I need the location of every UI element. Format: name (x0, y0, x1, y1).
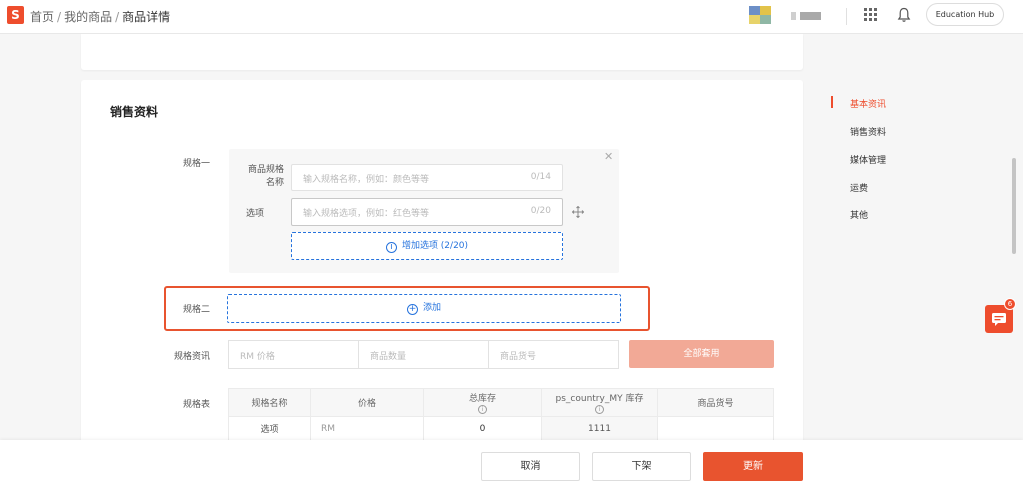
info-icon[interactable]: i (595, 405, 604, 414)
section-title: 销售资料 (110, 105, 159, 119)
cell-sku[interactable] (657, 416, 774, 441)
cancel-button[interactable]: 取消 (481, 452, 580, 481)
add-option-label: 增加选项 (2/20) (401, 241, 469, 251)
header-divider (846, 8, 847, 25)
cell-country-stock[interactable]: 1111 (541, 416, 658, 441)
variation2-label: 规格二 (182, 305, 210, 315)
add-variation2-label: 添加 (422, 303, 441, 313)
side-nav-item-basic-info[interactable]: 基本资讯 (850, 97, 886, 110)
sku-placeholder: 商品货号 (500, 352, 537, 362)
col-header-spec-name: 规格名称 (228, 388, 311, 417)
col-header-total-stock-text: 总库存 (468, 394, 496, 404)
breadcrumb: 首页 / 我的商品 / 商品详情 (30, 8, 170, 25)
shop-name-redacted[interactable] (791, 12, 821, 20)
info-icon[interactable]: i (478, 405, 487, 414)
side-nav-item-media[interactable]: 媒体管理 (850, 153, 886, 166)
move-handle-icon[interactable] (572, 206, 584, 218)
top-header: S 首页 / 我的商品 / 商品详情 Education Hub (0, 0, 1023, 34)
breadcrumb-current: 商品详情 (122, 10, 171, 24)
delist-button[interactable]: 下架 (592, 452, 691, 481)
col-header-country-stock: ps_country_MY 库存 i (541, 388, 658, 417)
spec-info-label: 规格资讯 (173, 352, 210, 362)
scrollbar[interactable] (1012, 158, 1016, 254)
side-nav-active-indicator (831, 96, 833, 108)
apps-grid-icon[interactable] (864, 8, 877, 21)
col-header-sku: 商品货号 (657, 388, 774, 417)
variation-name-input[interactable]: 输入规格名称，例如：颜色等等 0/14 (291, 164, 563, 191)
breadcrumb-home[interactable]: 首页 (30, 10, 54, 24)
variation-name-counter: 0/14 (530, 172, 551, 182)
variation-name-label: 商品规格名称 (247, 165, 284, 188)
col-header-total-stock: 总库存 i (423, 388, 542, 417)
table-row: 选项 RM 0 1111 (228, 416, 774, 441)
option-label: 选项 (245, 209, 264, 219)
spec-table: 规格名称 价格 总库存 i ps_country_MY 库存 i 商品货号 选项 R… (228, 388, 774, 441)
breadcrumb-my-products[interactable]: 我的商品 (64, 10, 112, 24)
breadcrumb-separator: / (115, 10, 120, 24)
stock-input[interactable]: 商品数量 (358, 340, 489, 369)
price-placeholder: RM 价格 (240, 352, 275, 362)
spec-table-label: 规格表 (182, 400, 210, 410)
cell-price[interactable]: RM (310, 416, 424, 441)
close-icon[interactable]: ✕ (604, 150, 613, 163)
previous-section-card (81, 34, 803, 70)
side-nav-item-shipping[interactable]: 运费 (850, 181, 868, 194)
chat-badge: 6 (1004, 298, 1016, 310)
option-placeholder: 输入规格选项，例如：红色等等 (303, 209, 430, 219)
info-icon: i (385, 242, 397, 253)
add-variation2-button[interactable]: + 添加 (227, 294, 621, 323)
breadcrumb-separator: / (57, 10, 62, 24)
col-header-price: 价格 (310, 388, 424, 417)
sku-input[interactable]: 商品货号 (488, 340, 619, 369)
education-hub-button[interactable]: Education Hub (926, 3, 1004, 26)
plus-circle-icon: + (406, 304, 418, 315)
variation-name-placeholder: 输入规格名称，例如：颜色等等 (303, 175, 430, 185)
apply-all-button[interactable]: 全部套用 (629, 340, 774, 368)
shopee-logo-icon[interactable]: S (7, 6, 24, 24)
shop-avatar[interactable] (749, 6, 771, 24)
option-input[interactable]: 输入规格选项，例如：红色等等 0/20 (291, 198, 563, 226)
option-counter: 0/20 (530, 206, 551, 216)
side-nav-item-sales-info[interactable]: 销售资料 (850, 125, 886, 138)
add-option-button[interactable]: i 增加选项 (2/20) (291, 232, 563, 260)
side-nav-item-others[interactable]: 其他 (850, 208, 868, 221)
cell-total-stock: 0 (423, 416, 542, 441)
col-header-country-stock-text: ps_country_MY 库存 (555, 394, 644, 404)
variation1-label: 规格一 (182, 159, 210, 169)
stock-placeholder: 商品数量 (370, 352, 407, 362)
table-header-row: 规格名称 价格 总库存 i ps_country_MY 库存 i 商品货号 (228, 388, 774, 417)
price-input[interactable]: RM 价格 (228, 340, 359, 369)
cell-option: 选项 (228, 416, 311, 441)
bell-icon[interactable] (897, 7, 911, 23)
update-button[interactable]: 更新 (703, 452, 803, 481)
